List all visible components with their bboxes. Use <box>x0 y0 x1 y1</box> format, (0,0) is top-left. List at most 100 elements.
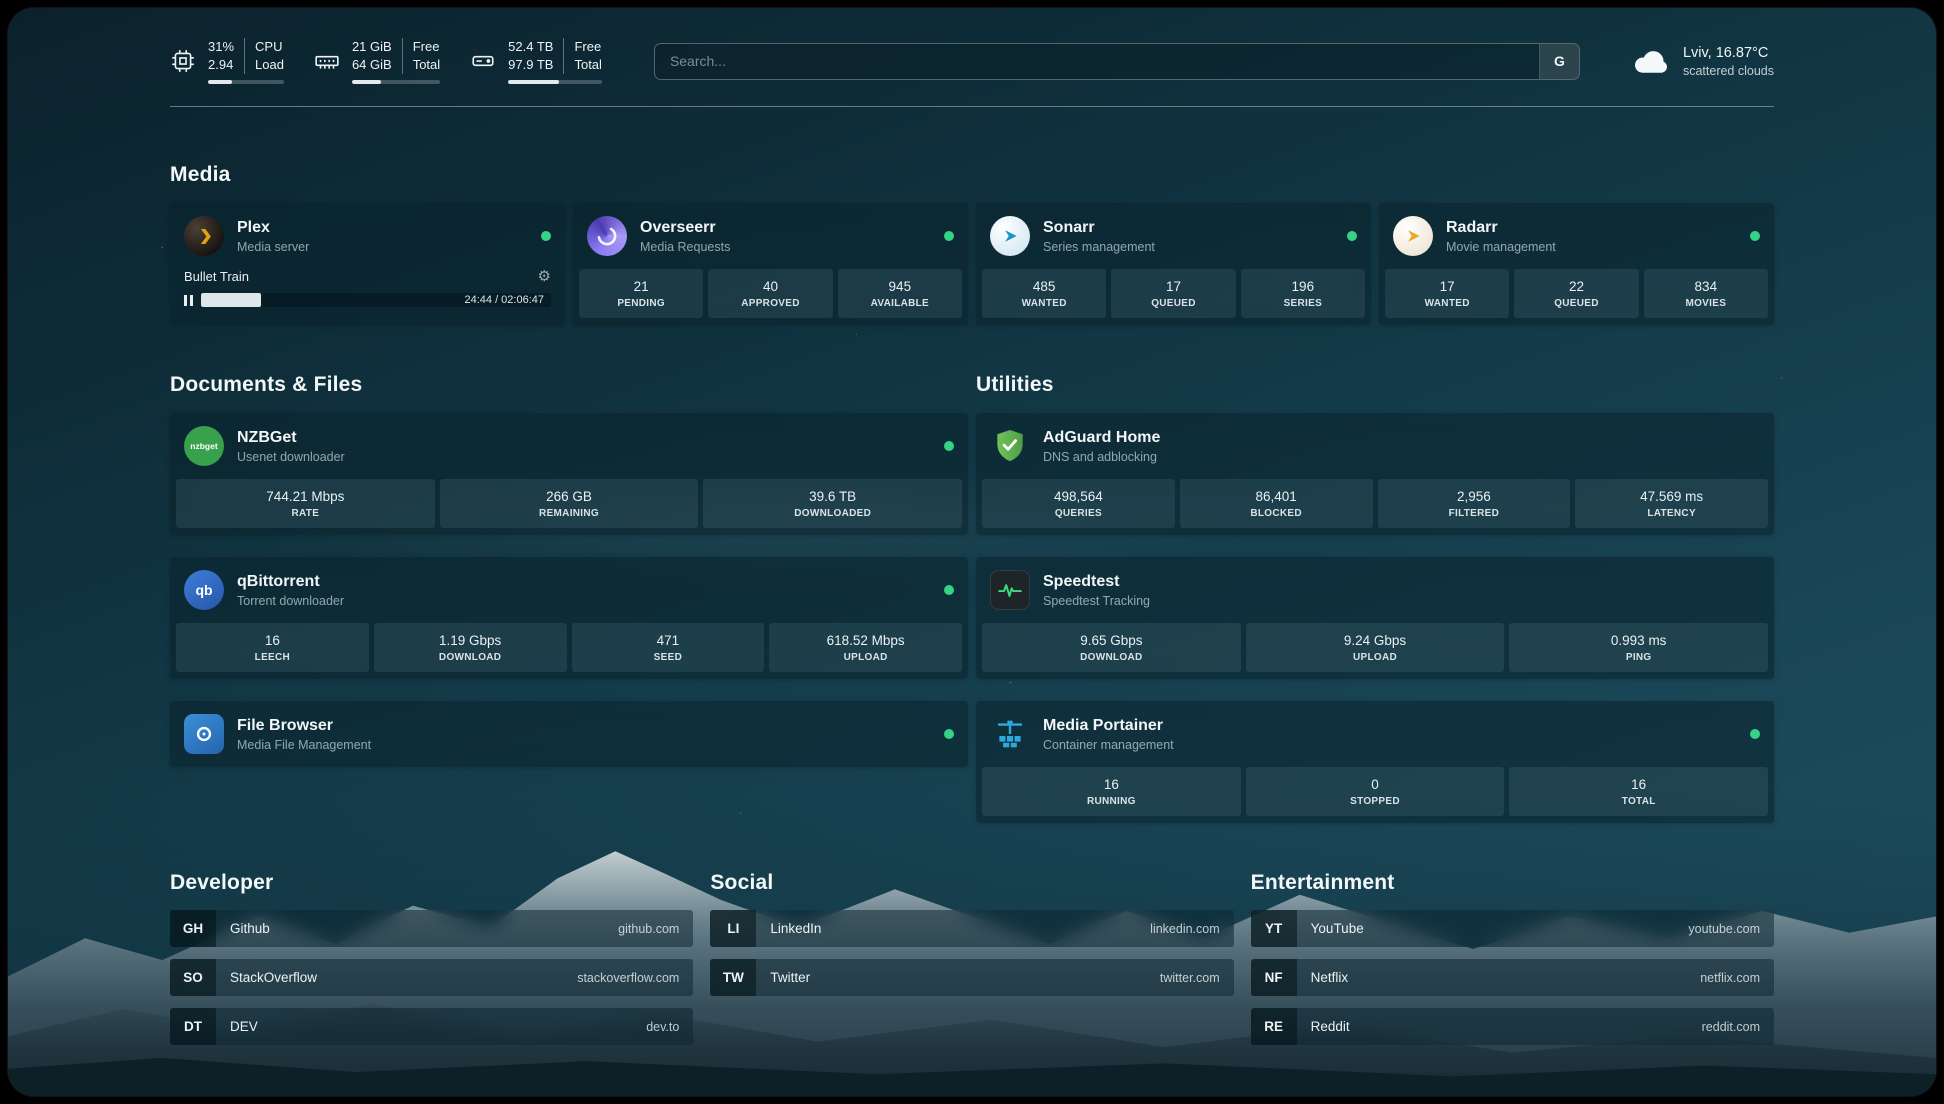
bookmark-url: twitter.com <box>1160 971 1220 985</box>
now-playing-title: Bullet Train <box>184 269 249 284</box>
service-name: NZBGet <box>237 429 345 447</box>
service-card-adguard[interactable]: AdGuard Home DNS and adblocking 498,564 … <box>976 413 1774 535</box>
bookmark-reddit[interactable]: RE Reddit reddit.com <box>1251 1008 1774 1045</box>
stat-ping: 0.993 ms PING <box>1509 623 1768 672</box>
stat-blocked: 86,401 BLOCKED <box>1180 479 1373 528</box>
service-name: Speedtest <box>1043 573 1150 591</box>
stat-upload: 9.24 Gbps UPLOAD <box>1246 623 1505 672</box>
service-card-radarr[interactable]: Radarr Movie management 17 WANTED 22 QUE… <box>1379 203 1774 325</box>
service-card-filebrowser[interactable]: File Browser Media File Management <box>170 701 968 767</box>
service-subtitle: Speedtest Tracking <box>1043 594 1150 608</box>
stat-pending: 21 PENDING <box>579 269 703 318</box>
status-dot <box>944 585 954 595</box>
service-subtitle: Usenet downloader <box>237 450 345 464</box>
playback-time: 24:44 / 02:06:47 <box>464 294 544 306</box>
section-title-documents: Documents & Files <box>170 373 968 397</box>
service-card-overseerr[interactable]: Overseerr Media Requests 21 PENDING 40 A… <box>573 203 968 325</box>
stat-approved: 40 APPROVED <box>708 269 832 318</box>
service-subtitle: Container management <box>1043 738 1174 752</box>
pause-button[interactable] <box>184 295 193 306</box>
service-card-qbittorrent[interactable]: qb qBittorrent Torrent downloader 16 LEE… <box>170 557 968 679</box>
bookmark-name: StackOverflow <box>230 970 317 985</box>
bookmark-github[interactable]: GH Github github.com <box>170 910 693 947</box>
cpu-widget: 31% 2.94 CPU Load <box>170 38 284 84</box>
disk-widget: 52.4 TB 97.9 TB Free Total <box>470 38 602 84</box>
overseerr-icon <box>587 216 627 256</box>
service-subtitle: Media File Management <box>237 738 371 752</box>
section-title-developer: Developer <box>170 871 693 895</box>
playback-progress-fill <box>201 293 261 307</box>
service-name: Media Portainer <box>1043 717 1174 735</box>
search-input[interactable] <box>655 44 1539 79</box>
bookmark-abbr: GH <box>170 910 216 947</box>
stat-wanted: 17 WANTED <box>1385 269 1509 318</box>
ram-total-value: 64 GiB <box>352 56 392 74</box>
stat-download: 9.65 Gbps DOWNLOAD <box>982 623 1241 672</box>
adguard-icon <box>990 426 1030 466</box>
service-card-speedtest[interactable]: Speedtest Speedtest Tracking 9.65 Gbps D… <box>976 557 1774 679</box>
status-dot <box>1750 729 1760 739</box>
stat-queries: 498,564 QUERIES <box>982 479 1175 528</box>
bookmark-abbr: YT <box>1251 910 1297 947</box>
gear-icon[interactable]: ⚙ <box>538 269 551 284</box>
weather-condition: scattered clouds <box>1683 64 1774 78</box>
disk-total-label: Total <box>574 56 601 74</box>
bookmark-name: Netflix <box>1311 970 1349 985</box>
service-name: File Browser <box>237 717 371 735</box>
service-card-plex[interactable]: Plex Media server Bullet Train ⚙ 24:4 <box>170 203 565 325</box>
bookmark-twitter[interactable]: TW Twitter twitter.com <box>710 959 1233 996</box>
ram-progress-bar <box>352 80 440 84</box>
bookmark-url: github.com <box>618 922 679 936</box>
radarr-icon <box>1393 216 1433 256</box>
top-bar-divider <box>170 106 1774 107</box>
bookmark-youtube[interactable]: YT YouTube youtube.com <box>1251 910 1774 947</box>
disk-free-value: 52.4 TB <box>508 38 553 56</box>
bookmark-name: LinkedIn <box>770 921 821 936</box>
stat-downloaded: 39.6 TB DOWNLOADED <box>703 479 962 528</box>
playback-progress-bar[interactable]: 24:44 / 02:06:47 <box>201 293 551 307</box>
bookmark-abbr: RE <box>1251 1008 1297 1045</box>
cloud-icon <box>1632 46 1670 76</box>
section-title-entertainment: Entertainment <box>1251 871 1774 895</box>
cpu-icon <box>170 48 196 74</box>
weather-location: Lviv, 16.87°C <box>1683 45 1774 61</box>
bookmark-name: DEV <box>230 1019 258 1034</box>
service-card-sonarr[interactable]: Sonarr Series management 485 WANTED 17 Q… <box>976 203 1371 325</box>
bookmark-abbr: DT <box>170 1008 216 1045</box>
bookmark-abbr: TW <box>710 959 756 996</box>
stat-queued: 22 QUEUED <box>1514 269 1638 318</box>
disk-free-label: Free <box>574 38 601 56</box>
stat-available: 945 AVAILABLE <box>838 269 962 318</box>
status-dot <box>944 441 954 451</box>
service-name: Plex <box>237 219 309 237</box>
bookmark-linkedin[interactable]: LI LinkedIn linkedin.com <box>710 910 1233 947</box>
ram-widget: 21 GiB 64 GiB Free Total <box>314 38 440 84</box>
service-name: qBittorrent <box>237 573 344 591</box>
service-name: Radarr <box>1446 219 1556 237</box>
filebrowser-icon <box>184 714 224 754</box>
bookmark-name: Twitter <box>770 970 810 985</box>
service-card-nzbget[interactable]: nzbget NZBGet Usenet downloader 744.21 M… <box>170 413 968 535</box>
stat-wanted: 485 WANTED <box>982 269 1106 318</box>
bookmark-url: reddit.com <box>1702 1020 1760 1034</box>
nzbget-icon: nzbget <box>184 426 224 466</box>
bookmark-netflix[interactable]: NF Netflix netflix.com <box>1251 959 1774 996</box>
stat-total: 16 TOTAL <box>1509 767 1768 816</box>
service-name: Overseerr <box>640 219 730 237</box>
search-engine-button[interactable]: G <box>1539 44 1579 79</box>
bookmark-name: Reddit <box>1311 1019 1350 1034</box>
disk-progress-bar <box>508 80 602 84</box>
bookmark-stackoverflow[interactable]: SO StackOverflow stackoverflow.com <box>170 959 693 996</box>
disk-progress-fill <box>508 80 559 84</box>
bookmark-url: linkedin.com <box>1150 922 1219 936</box>
dashboard-window: 31% 2.94 CPU Load <box>8 8 1936 1096</box>
ram-icon <box>314 48 340 74</box>
bookmark-dev[interactable]: DT DEV dev.to <box>170 1008 693 1045</box>
portainer-icon <box>990 714 1030 754</box>
bookmark-url: youtube.com <box>1688 922 1760 936</box>
service-card-portainer[interactable]: Media Portainer Container management 16 … <box>976 701 1774 823</box>
bookmark-url: netflix.com <box>1700 971 1760 985</box>
stat-remaining: 266 GB REMAINING <box>440 479 699 528</box>
disk-total-value: 97.9 TB <box>508 56 553 74</box>
service-subtitle: Movie management <box>1446 240 1556 254</box>
